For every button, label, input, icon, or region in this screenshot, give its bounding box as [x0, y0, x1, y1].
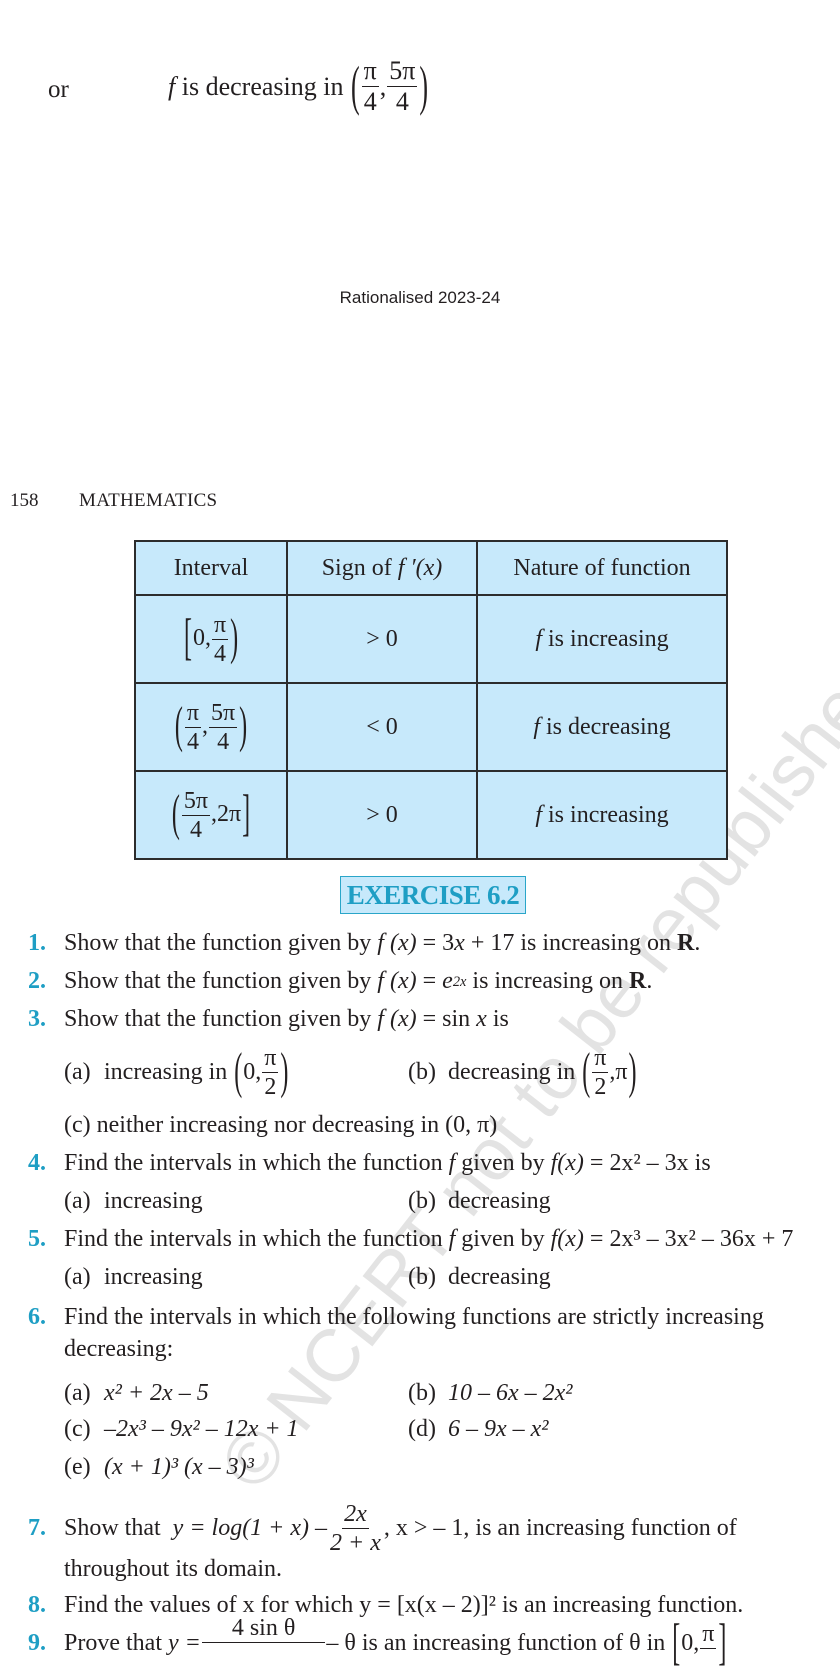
question-4-part-b: (b) decreasing — [408, 1188, 551, 1214]
rationalised-footer: Rationalised 2023-24 — [339, 288, 501, 307]
running-head: MATHEMATICS — [79, 490, 218, 511]
question-number: 3. — [28, 1006, 46, 1032]
question-2: 2. Show that the function given by f (x)… — [28, 968, 653, 994]
header-nature: Nature of function — [476, 540, 728, 596]
sign-cell: < 0 — [286, 682, 478, 772]
fraction: 5π 4 — [387, 56, 418, 116]
question-3-part-c: (c) neither increasing nor decreasing in… — [64, 1112, 498, 1138]
question-3: 3. Show that the function given by f (x)… — [28, 1006, 509, 1032]
question-6-part-d: (d) 6 – 9x – x² — [408, 1416, 549, 1442]
nature-cell: f is decreasing — [476, 682, 728, 772]
header-sign: Sign of f ′(x) — [286, 540, 478, 596]
question-number: 1. — [28, 930, 46, 956]
question-number: 6. — [28, 1304, 46, 1330]
question-5-part-b: (b) decreasing — [408, 1264, 551, 1290]
statement-text: is decreasing in — [181, 71, 344, 101]
question-number: 7. — [28, 1515, 46, 1541]
interval-cell: (π 4, 5π 4) — [134, 682, 288, 772]
interval-cell: [0, π 4) — [134, 594, 288, 684]
f-symbol: f — [168, 71, 176, 101]
question-7-line2: throughout its domain. — [64, 1556, 282, 1582]
nature-cell: f is increasing — [476, 594, 728, 684]
question-6-line2: decreasing: — [64, 1336, 174, 1362]
question-number: 8. — [28, 1592, 46, 1618]
question-6-part-a: (a) x² + 2x – 5 — [64, 1380, 209, 1406]
question-number: 2. — [28, 968, 46, 994]
nature-cell: f is increasing — [476, 770, 728, 860]
question-6-part-e: (e) (x + 1)³ (x – 3)³ — [64, 1454, 254, 1480]
sign-cell: > 0 — [286, 594, 478, 684]
close-paren: ) — [419, 55, 429, 116]
question-5: 5. Find the intervals in which the funct… — [28, 1226, 794, 1252]
interval-cell: (5π 4,2π] — [134, 770, 288, 860]
fraction: π4 — [361, 56, 379, 116]
question-5-part-a: (a) increasing — [64, 1264, 203, 1290]
question-6-part-b: (b) 10 – 6x – 2x² — [408, 1380, 573, 1406]
question-4: 4. Find the intervals in which the funct… — [28, 1150, 711, 1176]
question-number: 9. — [28, 1630, 46, 1656]
question-3-part-a: (a) increasing in (0, π 2) — [64, 1045, 289, 1100]
open-paren: ( — [350, 55, 360, 116]
question-8: 8. Find the values of x for which y = [x… — [28, 1592, 744, 1618]
question-number: 4. — [28, 1150, 46, 1176]
table-row: (π 4, 5π 4) < 0 f is decreasing — [134, 682, 728, 772]
question-6-part-c: (c) –2x³ – 9x² – 12x + 1 — [64, 1416, 299, 1442]
table-row: [0, π 4) > 0 f is increasing — [134, 594, 728, 684]
sign-table: Interval Sign of f ′(x) Nature of functi… — [134, 540, 728, 860]
question-6: 6. Find the intervals in which the follo… — [28, 1304, 764, 1330]
question-7: 7. Show that y = log(1 + x) – 2x 2 + x , … — [28, 1501, 737, 1556]
question-number: 5. — [28, 1226, 46, 1252]
header-interval: Interval — [134, 540, 288, 596]
question-9: 9. Prove that y = 4 sin θ – θ is an incr… — [28, 1615, 727, 1671]
question-1: 1. Show that the function given by f (x)… — [28, 930, 701, 956]
sign-cell: > 0 — [286, 770, 478, 860]
exercise-heading: EXERCISE 6.2 — [340, 876, 526, 914]
question-4-part-a: (a) increasing — [64, 1188, 203, 1214]
table-header-row: Interval Sign of f ′(x) Nature of functi… — [134, 540, 728, 596]
or-label: or — [48, 76, 69, 103]
table-row: (5π 4,2π] > 0 f is increasing — [134, 770, 728, 860]
decreasing-statement: f is decreasing in ( π4 , 5π 4 ) — [168, 55, 429, 116]
page-number: 158 — [10, 490, 39, 511]
question-3-part-b: (b) decreasing in (π 2 ,π) — [408, 1045, 637, 1100]
